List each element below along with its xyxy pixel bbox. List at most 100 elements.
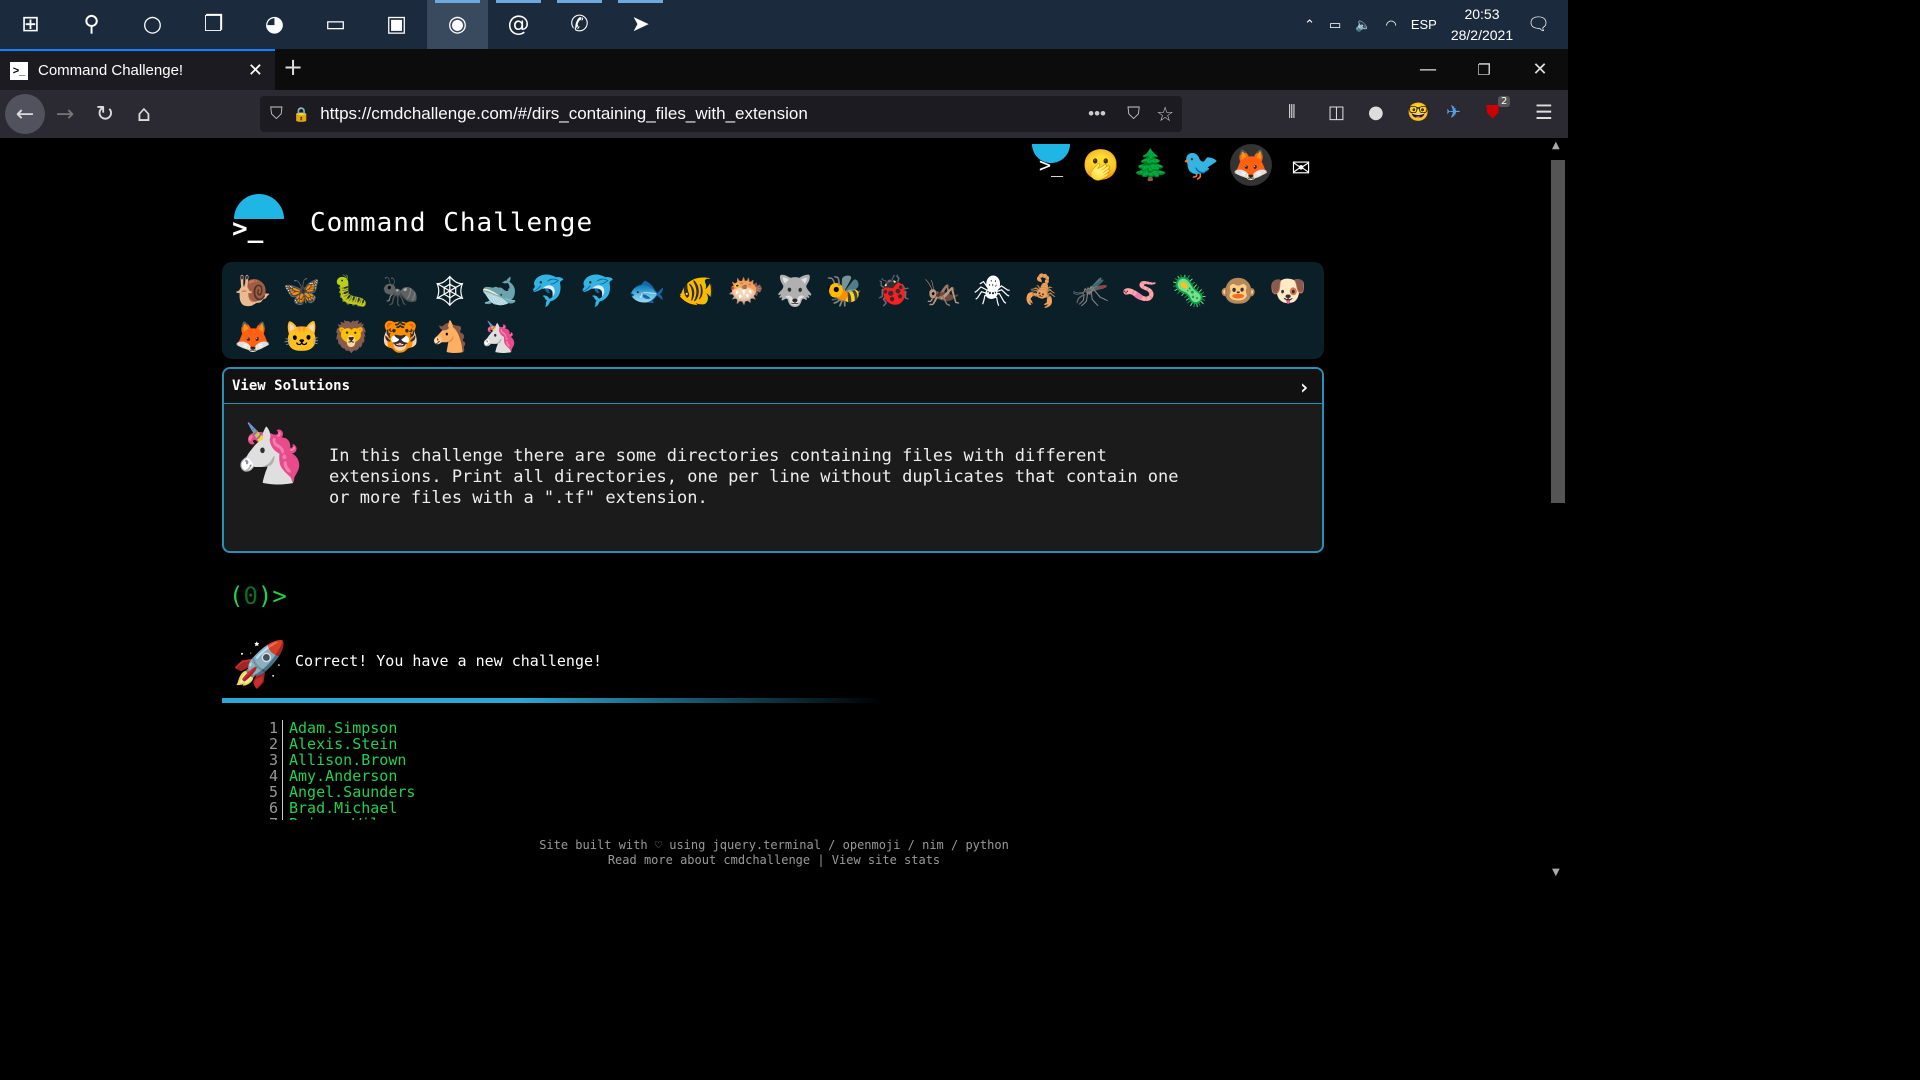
challenge-animals-grid: 🐌 🦋 🐛 🐜 🕸 🐋 🐬 🐬 🐟 🐠 🐡 🐺 🐝 🐞 🦗 🕷 🦂 🦟 🪱 🦠 🐵 🐶 🦊 🐱 🦁 🐯 🐴 🦄 xyxy=(222,262,1324,359)
edge-icon[interactable]: ◕ xyxy=(244,0,305,49)
windows-taskbar: ⊞ ⚲ ○ ❐ ◕ ▭ ▣ ◉ @ ✆ ➤ ⌃ ▭ 🔈 ◠ ESP 20:53 28/2/2021 … xyxy=(0,0,1568,49)
terminal-favicon-icon: >_ xyxy=(10,61,28,80)
language-indicator[interactable]: ESP xyxy=(1411,17,1437,32)
challenge-animal-5[interactable]: 🕸 xyxy=(425,268,474,314)
challenge-animal-12[interactable]: 🐺 xyxy=(770,268,819,314)
challenge-animal-21[interactable]: 🐵 xyxy=(1214,268,1263,314)
challenge-animal-15[interactable]: 🦗 xyxy=(918,268,967,314)
extension-translate-icon[interactable]: ✈ xyxy=(1446,102,1461,123)
sidebar-icon[interactable]: ◫ xyxy=(1328,102,1345,123)
store-icon[interactable]: ▣ xyxy=(366,0,427,49)
challenge-animal-26[interactable]: 🐯 xyxy=(376,314,425,360)
chevron-right-icon[interactable]: › xyxy=(1298,375,1310,399)
url-text[interactable]: https://cmdchallenge.com/#/dirs_containi… xyxy=(320,104,808,124)
battery-icon[interactable]: ▭ xyxy=(1329,17,1341,33)
challenge-animal-22[interactable]: 🐶 xyxy=(1263,268,1312,314)
output-line: 4 Amy.Anderson xyxy=(262,768,415,784)
home-button[interactable]: ⌂ xyxy=(124,94,164,134)
back-button[interactable]: ← xyxy=(5,94,45,134)
output-line: 2 Alexis.Stein xyxy=(262,736,415,752)
page-actions-icon[interactable]: ••• xyxy=(1088,104,1106,124)
close-tab-icon[interactable]: ✕ xyxy=(248,60,263,81)
forward-button[interactable]: → xyxy=(45,94,85,134)
challenge-animal-10[interactable]: 🐠 xyxy=(672,268,721,314)
page-scrollbar[interactable]: ▲ ▼ xyxy=(1548,138,1568,882)
restore-button[interactable]: ❐ xyxy=(1456,49,1512,90)
tab-title: Command Challenge! xyxy=(38,62,184,79)
line-value: Adam.Simpson xyxy=(289,720,398,737)
pocket-icon[interactable]: ⛉ xyxy=(1127,104,1140,124)
clock[interactable]: 20:53 28/2/2021 xyxy=(1451,4,1513,46)
email-icon[interactable]: ✉ xyxy=(1280,144,1322,186)
social-links: >_ 🫢 🌲 🐦 🦊 ✉ xyxy=(1030,144,1322,186)
challenge-animal-6[interactable]: 🐋 xyxy=(474,268,523,314)
browser-navbar: ← → ↻ ⌂ ⛉ 🔒 https://cmdchallenge.com/#/d… xyxy=(0,90,1568,138)
telegram-icon[interactable]: ➤ xyxy=(610,0,671,49)
library-icon[interactable]: ⫴ xyxy=(1288,102,1296,123)
tree-icon[interactable]: 🌲 xyxy=(1130,144,1172,186)
volume-icon[interactable]: 🔈 xyxy=(1355,17,1371,33)
challenge-animal-19[interactable]: 🪱 xyxy=(1115,268,1164,314)
terminal-prompt[interactable]: (0)> xyxy=(229,582,287,610)
notifications-icon[interactable]: 🗨 xyxy=(1527,14,1550,35)
cortana-icon[interactable]: ○ xyxy=(122,0,183,49)
output-divider xyxy=(222,698,882,703)
wifi-icon[interactable]: ◠ xyxy=(1385,17,1396,33)
challenge-animal-8[interactable]: 🐬 xyxy=(573,268,622,314)
gitlab-icon[interactable]: 🦊 xyxy=(1230,144,1272,186)
view-solutions-header[interactable]: View Solutions › xyxy=(224,369,1322,404)
challenge-animal-28[interactable]: 🦄 xyxy=(474,314,523,360)
line-number: 3 xyxy=(262,752,283,768)
menu-icon[interactable]: ☰ xyxy=(1535,100,1553,124)
challenge-animal-27[interactable]: 🐴 xyxy=(425,314,474,360)
line-number: 5 xyxy=(262,784,283,800)
line-value: Allison.Brown xyxy=(289,751,407,769)
lock-icon[interactable]: 🔒 xyxy=(293,106,310,123)
challenge-animal-9[interactable]: 🐟 xyxy=(622,268,671,314)
new-tab-button[interactable]: + xyxy=(283,53,303,81)
chevron-up-icon[interactable]: ⌃ xyxy=(1304,17,1315,33)
page-title: Command Challenge xyxy=(310,208,594,238)
windows-start-icon[interactable]: ⊞ xyxy=(0,0,61,49)
footer-links[interactable]: Read more about cmdchallenge | View site… xyxy=(0,853,1548,868)
challenge-animal-25[interactable]: 🦁 xyxy=(327,314,376,360)
firefox-icon[interactable]: ◉ xyxy=(427,0,488,49)
bookmark-star-icon[interactable]: ☆ xyxy=(1156,102,1174,127)
challenge-animal-24[interactable]: 🐱 xyxy=(277,314,326,360)
minimize-button[interactable]: — xyxy=(1400,49,1456,90)
challenge-animal-13[interactable]: 🐝 xyxy=(820,268,869,314)
scroll-thumb[interactable] xyxy=(1551,160,1565,503)
line-number: 7 xyxy=(262,816,283,820)
site-logo[interactable]: >_ xyxy=(228,194,288,250)
challenge-animal-23[interactable]: 🦊 xyxy=(228,314,277,360)
reload-button[interactable]: ↻ xyxy=(85,94,125,134)
cmdchallenge-home-icon[interactable]: >_ xyxy=(1030,144,1072,186)
challenge-animal-4[interactable]: 🐜 xyxy=(376,268,425,314)
tab-command-challenge[interactable]: >_ Command Challenge! ✕ xyxy=(0,49,275,90)
challenge-animal-17[interactable]: 🦂 xyxy=(1017,268,1066,314)
challenge-animal-18[interactable]: 🦟 xyxy=(1066,268,1115,314)
file-explorer-icon[interactable]: ▭ xyxy=(305,0,366,49)
challenge-animal-20[interactable]: 🦠 xyxy=(1165,268,1214,314)
whatsapp-icon[interactable]: ✆ xyxy=(549,0,610,49)
challenge-animal-7[interactable]: 🐬 xyxy=(524,268,573,314)
extension-face-icon[interactable]: 🤓 xyxy=(1407,102,1429,123)
task-view-icon[interactable]: ❐ xyxy=(183,0,244,49)
challenge-animal-3[interactable]: 🐛 xyxy=(327,268,376,314)
challenge-animal-2[interactable]: 🦋 xyxy=(277,268,326,314)
twitter-icon[interactable]: 🐦 xyxy=(1180,144,1222,186)
scroll-down-icon[interactable]: ▼ xyxy=(1552,867,1560,878)
url-bar[interactable]: ⛉ 🔒 https://cmdchallenge.com/#/dirs_cont… xyxy=(260,96,1182,132)
challenge-animal-16[interactable]: 🕷 xyxy=(967,268,1016,314)
shield-icon[interactable]: ⛉ xyxy=(270,104,283,124)
scroll-up-icon[interactable]: ▲ xyxy=(1552,140,1560,151)
challenge-animal-1[interactable]: 🐌 xyxy=(228,268,277,314)
debian-icon[interactable]: @ xyxy=(488,0,549,49)
close-window-button[interactable]: ✕ xyxy=(1512,49,1568,90)
challenge-animal-11[interactable]: 🐡 xyxy=(721,268,770,314)
search-icon[interactable]: ⚲ xyxy=(61,0,122,49)
oops-emoji-icon[interactable]: 🫢 xyxy=(1080,144,1122,186)
account-icon[interactable]: ● xyxy=(1368,102,1384,123)
success-message: Correct! You have a new challenge! xyxy=(295,652,603,670)
challenge-animal-14[interactable]: 🐞 xyxy=(869,268,918,314)
